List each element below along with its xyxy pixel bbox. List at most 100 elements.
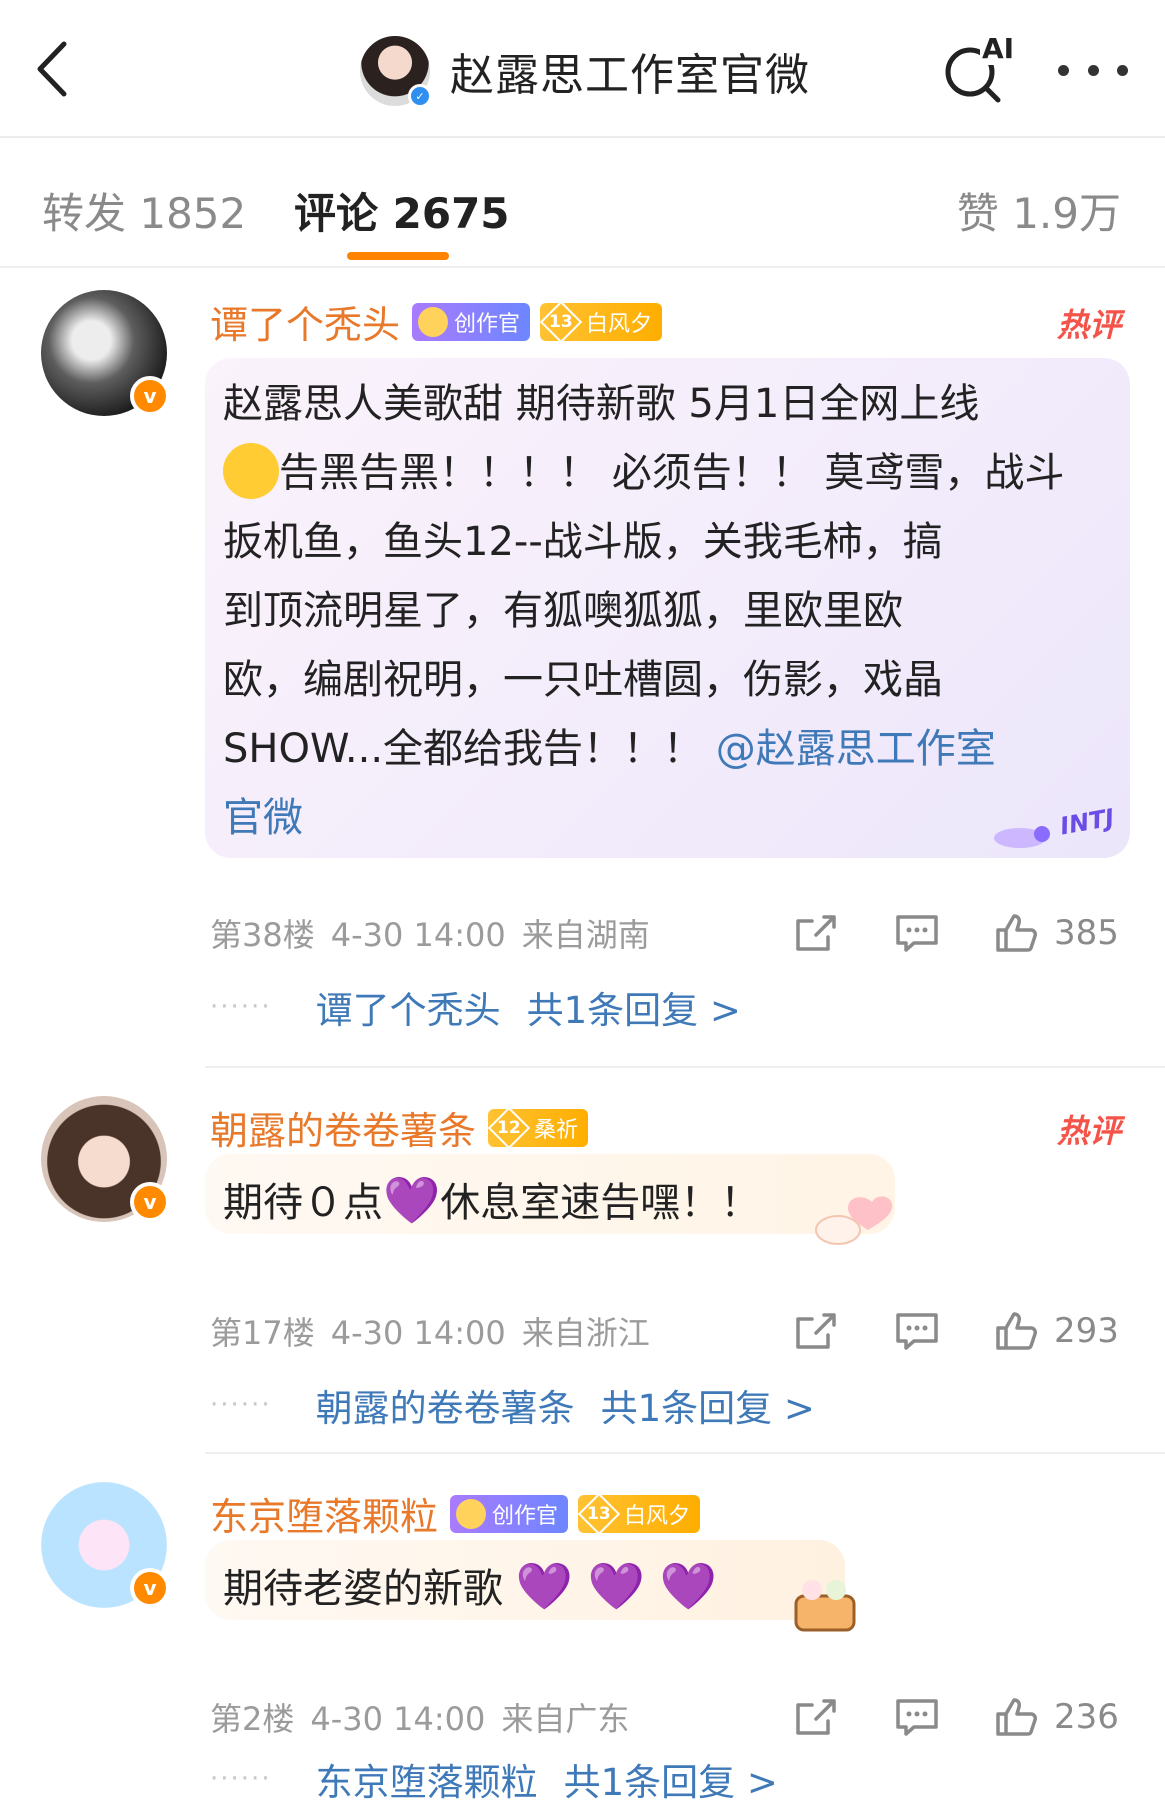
reply-username[interactable]: 朝露的卷卷薯条 (316, 1378, 575, 1432)
username[interactable]: 朝露的卷卷薯条 (210, 1100, 476, 1155)
fan-level-badge[interactable]: 13 白风夕 (577, 1492, 701, 1535)
bunny-heart-sticker (790, 1188, 910, 1248)
thumbs-up-icon (996, 1698, 1037, 1736)
comment-meta: 第2楼 4-30 14:00 来自广东 236 (210, 1692, 1130, 1742)
timestamp: 4-30 14:00 (310, 1700, 486, 1738)
creator-icon (418, 306, 449, 337)
timestamp: 4-30 14:00 (330, 1314, 506, 1352)
like-button[interactable]: 236 (994, 1696, 1119, 1738)
comment-header: 朝露的卷卷薯条 12 桑祈 (210, 1100, 598, 1155)
comment-text: 休息室速告嘿！！ (440, 1180, 761, 1226)
comment-line: 扳机鱼，鱼头12--战斗版，关我毛柿，搞 (223, 519, 943, 565)
comment-divider (205, 1452, 1165, 1454)
ellipsis-icon (1058, 64, 1069, 76)
smiling-face-hearts-icon (223, 443, 279, 499)
comment-icon (896, 1699, 938, 1736)
comment-line: 欧，编剧祝明，一只吐槽圆，伤影，戏晶 (223, 657, 943, 703)
verified-blue-icon: ✓ (408, 84, 432, 108)
comment-line: SHOW...全都给我告！！！ (223, 726, 716, 772)
ip-location: 来自湖南 (521, 916, 650, 954)
chevron-left-icon (37, 41, 67, 97)
comment-item: v 东京堕落颗粒 创作官 13 白风夕 期待老婆的新歌 💜 💜 💜 第2楼 4-3… (0, 1482, 1165, 1802)
comment-icon (896, 1313, 938, 1350)
creator-badge[interactable]: 创作官 (412, 302, 531, 341)
account-avatar[interactable]: ✓ (360, 36, 432, 108)
reply-button[interactable] (894, 913, 940, 953)
comment-icon (896, 915, 938, 952)
purple-heart-icons: 💜 💜 💜 (515, 1559, 717, 1613)
like-count: 293 (1054, 1311, 1119, 1351)
verified-orange-icon: v (130, 1568, 170, 1608)
reply-dots: ······ (210, 1764, 272, 1794)
intj-sticker: INTJ (980, 798, 1130, 858)
fan-level-badge[interactable]: 13 白风夕 (539, 300, 663, 343)
reply-count[interactable]: 共1条回复 > (601, 1378, 815, 1432)
ai-search-button[interactable]: AI (940, 32, 1020, 108)
share-button[interactable] (794, 1697, 838, 1737)
tab-comment[interactable]: 评论 2675 (294, 180, 510, 241)
tab-bar: 转发 1852 评论 2675 赞 1.9万 (0, 140, 1165, 268)
thumbs-up-icon (996, 1312, 1037, 1350)
reply-link[interactable]: ······ 东京堕落颗粒 共1条回复 > (210, 1752, 778, 1802)
comment-divider (205, 1066, 1165, 1068)
comment-text-bubble[interactable]: 期待老婆的新歌 💜 💜 💜 (205, 1540, 845, 1620)
thumbs-up-icon (996, 914, 1037, 952)
floor-number: 第38楼 (210, 916, 315, 954)
mention-link[interactable]: @赵露思工作室 (716, 726, 996, 772)
basket-sticker (790, 1574, 860, 1636)
reply-button[interactable] (894, 1697, 940, 1737)
top-nav-bar: ✓ 赵露思工作室官微 AI (0, 0, 1165, 138)
more-button[interactable] (1058, 52, 1128, 88)
reply-count[interactable]: 共1条回复 > (564, 1752, 778, 1802)
comment-meta: 第17楼 4-30 14:00 来自浙江 293 (210, 1306, 1130, 1356)
ai-label: AI (980, 32, 1017, 65)
comment-text-bubble[interactable]: 赵露思人美歌甜 期待新歌 5月1日全网上线 告黑告黑！！！！ 必须告！！ 莫鸢雪… (205, 358, 1130, 858)
reply-link[interactable]: ······ 谭了个秃头 共1条回复 > (210, 980, 741, 1034)
comment-text: 期待０点 (223, 1180, 383, 1226)
hot-comment-tag: 热评 (1056, 306, 1121, 344)
comment-line: 到顶流明星了，有狐噢狐狐，里欧里欧 (223, 588, 903, 634)
reply-link[interactable]: ······ 朝露的卷卷薯条 共1条回复 > (210, 1378, 815, 1432)
reply-username[interactable]: 谭了个秃头 (316, 980, 501, 1034)
like-button[interactable]: 385 (994, 912, 1119, 954)
mention-link-continued[interactable]: 官微 (223, 784, 1112, 853)
tab-repost[interactable]: 转发 1852 (42, 180, 246, 241)
reply-username[interactable]: 东京堕落颗粒 (316, 1752, 538, 1802)
tab-active-indicator (347, 252, 449, 260)
purple-heart-icon: 💜 (383, 1173, 441, 1227)
floor-number: 第2楼 (210, 1700, 295, 1738)
timestamp: 4-30 14:00 (330, 916, 506, 954)
hot-comment-tag: 热评 (1056, 1112, 1121, 1150)
username[interactable]: 谭了个秃头 (210, 294, 400, 349)
comment-item: v 朝露的卷卷薯条 12 桑祈 热评 期待０点💜休息室速告嘿！！ 第17楼 4-3… (0, 1096, 1165, 1430)
fan-level-badge[interactable]: 12 桑祈 (487, 1106, 589, 1149)
verified-orange-icon: v (130, 376, 170, 416)
share-icon (796, 1699, 836, 1735)
comment-line: 告黑告黑！！！！ 必须告！！ 莫鸢雪，战斗 (279, 450, 1065, 496)
share-button[interactable] (794, 913, 838, 953)
share-icon (796, 915, 836, 951)
floor-number: 第17楼 (210, 1314, 315, 1352)
reply-count[interactable]: 共1条回复 > (527, 980, 741, 1034)
username[interactable]: 东京堕落颗粒 (210, 1486, 438, 1541)
like-count: 385 (1054, 913, 1119, 953)
back-button[interactable] (28, 34, 88, 104)
account-title[interactable]: ✓ 赵露思工作室官微 (360, 36, 810, 108)
ip-location: 来自浙江 (521, 1314, 650, 1352)
account-name[interactable]: 赵露思工作室官微 (450, 39, 810, 103)
share-icon (796, 1313, 836, 1349)
reply-dots: ······ (210, 992, 272, 1022)
ip-location: 来自广东 (501, 1700, 630, 1738)
creator-badge[interactable]: 创作官 (450, 1494, 569, 1533)
like-count: 236 (1054, 1697, 1119, 1737)
like-button[interactable]: 293 (994, 1310, 1119, 1352)
tab-like[interactable]: 赞 1.9万 (957, 180, 1121, 241)
reply-button[interactable] (894, 1311, 940, 1351)
share-button[interactable] (794, 1311, 838, 1351)
verified-orange-icon: v (130, 1182, 170, 1222)
comment-header: 东京堕落颗粒 创作官 13 白风夕 (210, 1486, 710, 1541)
reply-dots: ······ (210, 1390, 272, 1420)
comment-meta: 第38楼 4-30 14:00 来自湖南 385 (210, 908, 1130, 958)
creator-icon (456, 1498, 487, 1529)
comment-item: v 谭了个秃头 创作官 13 白风夕 热评 赵露思人美歌甜 期待新歌 5月1日全… (0, 290, 1165, 1032)
